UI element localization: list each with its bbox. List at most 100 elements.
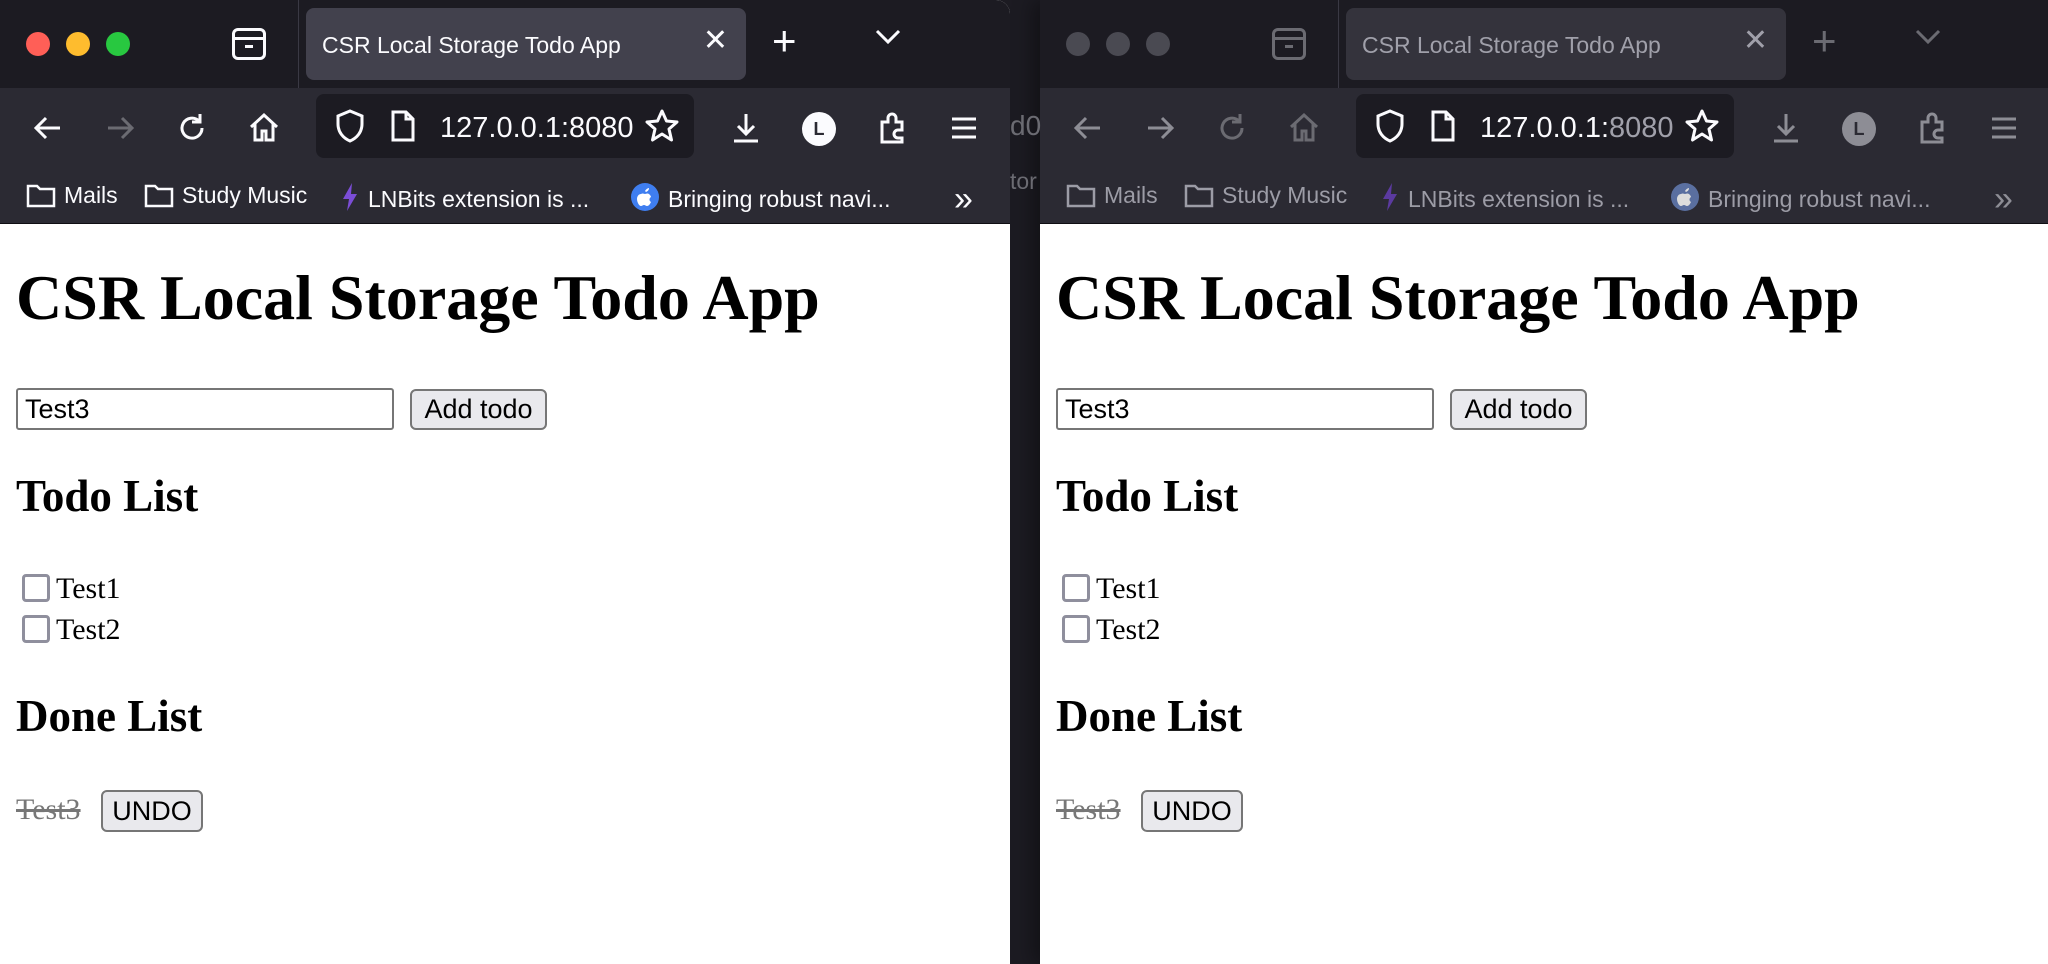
- tab-tray-icon[interactable]: [1272, 28, 1306, 60]
- bookmark-bringing-robust[interactable]: Bringing robust navi...: [1670, 182, 1930, 213]
- tab-active[interactable]: CSR Local Storage Todo App ✕: [1346, 8, 1786, 80]
- downloads-icon[interactable]: [726, 108, 766, 148]
- maximize-window-button[interactable]: [106, 32, 130, 56]
- bookmark-lnbits[interactable]: LNBits extension is ...: [1380, 182, 1629, 213]
- navigation-toolbar: 127.0.0.1:8080 L: [0, 88, 1010, 170]
- done-item-label: Test3: [1056, 793, 1121, 826]
- bookmark-star-icon[interactable]: [642, 106, 682, 146]
- close-window-button[interactable]: [1066, 32, 1090, 56]
- todo-item: Test1: [1062, 572, 1161, 606]
- browser-window-right: CSR Local Storage Todo App ✕ + 127.0.0.1…: [1040, 0, 2048, 964]
- account-avatar[interactable]: L: [802, 112, 836, 146]
- bookmarks-overflow-icon[interactable]: »: [1994, 180, 2013, 219]
- page-content: CSR Local Storage Todo App Add todo Todo…: [1040, 225, 2048, 964]
- tab-bar: CSR Local Storage Todo App ✕ +: [1040, 0, 2048, 88]
- apple-icon: [1671, 183, 1699, 211]
- background-window-url-fragment: d0: [1010, 110, 1042, 141]
- list-all-tabs-icon[interactable]: [1914, 28, 1942, 51]
- bookmarks-toolbar: Mails Study Music LNBits extension is ..…: [0, 170, 1010, 224]
- list-all-tabs-icon[interactable]: [874, 28, 902, 51]
- bookmark-lnbits[interactable]: LNBits extension is ...: [340, 182, 589, 213]
- url-host: 127.0.0.1:: [1480, 112, 1609, 144]
- home-icon[interactable]: [244, 108, 284, 148]
- bookmark-study-music[interactable]: Study Music: [144, 182, 307, 209]
- page-info-icon[interactable]: [382, 106, 422, 146]
- downloads-icon[interactable]: [1766, 108, 1806, 148]
- bookmarks-overflow-icon[interactable]: »: [954, 180, 973, 219]
- url-bar[interactable]: 127.0.0.1:8080: [1356, 94, 1734, 158]
- bookmark-bringing-robust[interactable]: Bringing robust navi...: [630, 182, 890, 213]
- folder-icon: [144, 184, 174, 208]
- todo-checkbox[interactable]: [1062, 574, 1090, 602]
- tabbar-divider: [1338, 0, 1339, 88]
- extensions-icon[interactable]: [872, 108, 912, 148]
- tab-title: CSR Local Storage Todo App: [322, 32, 621, 58]
- new-tab-button[interactable]: +: [772, 20, 797, 62]
- maximize-window-button[interactable]: [1146, 32, 1170, 56]
- back-icon[interactable]: [1068, 108, 1108, 148]
- shield-icon[interactable]: [330, 106, 370, 146]
- background-window-bookmark-fragment: tor: [1010, 168, 1037, 194]
- todo-label: Test2: [56, 613, 121, 646]
- extensions-icon[interactable]: [1912, 108, 1952, 148]
- page-info-icon[interactable]: [1422, 106, 1462, 146]
- tab-active[interactable]: CSR Local Storage Todo App ✕: [306, 8, 746, 80]
- forward-icon[interactable]: [100, 108, 140, 148]
- page-content: CSR Local Storage Todo App Add todo Todo…: [0, 225, 1010, 964]
- bookmark-study-music[interactable]: Study Music: [1184, 182, 1347, 209]
- bookmark-label: Bringing robust navi...: [1708, 186, 1931, 212]
- todo-checkbox[interactable]: [22, 615, 50, 643]
- done-list-heading: Done List: [1056, 691, 1243, 741]
- add-todo-button[interactable]: Add todo: [1450, 389, 1587, 430]
- bookmarks-toolbar: Mails Study Music LNBits extension is ..…: [1040, 170, 2048, 224]
- lightning-icon: [1383, 183, 1397, 211]
- undo-button[interactable]: UNDO: [1141, 790, 1243, 832]
- home-icon[interactable]: [1284, 108, 1324, 148]
- back-icon[interactable]: [28, 108, 68, 148]
- minimize-window-button[interactable]: [66, 32, 90, 56]
- bookmark-mails[interactable]: Mails: [1066, 182, 1158, 209]
- reload-icon[interactable]: [1212, 108, 1252, 148]
- lightning-icon: [343, 183, 357, 211]
- tab-close-icon[interactable]: ✕: [703, 26, 728, 56]
- desktop-gap: [1010, 0, 1040, 964]
- folder-icon: [1184, 184, 1214, 208]
- close-window-button[interactable]: [26, 32, 50, 56]
- account-avatar[interactable]: L: [1842, 112, 1876, 146]
- bookmark-label: LNBits extension is ...: [1408, 186, 1630, 212]
- bookmark-mails[interactable]: Mails: [26, 182, 118, 209]
- todo-list-heading: Todo List: [1056, 471, 1239, 521]
- bookmark-star-icon[interactable]: [1682, 106, 1722, 146]
- folder-icon: [26, 184, 56, 208]
- apple-icon: [631, 183, 659, 211]
- bookmark-label: Study Music: [182, 182, 308, 208]
- todo-input[interactable]: [1056, 388, 1434, 430]
- url-port: 8080: [1609, 112, 1674, 144]
- browser-window-left: CSR Local Storage Todo App ✕ + 127.0.0.1…: [0, 0, 1010, 964]
- url-text: 127.0.0.1:8080: [440, 112, 634, 144]
- add-todo-button[interactable]: Add todo: [410, 389, 547, 430]
- url-bar[interactable]: 127.0.0.1:8080: [316, 94, 694, 158]
- tab-close-icon[interactable]: ✕: [1743, 26, 1768, 56]
- minimize-window-button[interactable]: [1106, 32, 1130, 56]
- shield-icon[interactable]: [1370, 106, 1410, 146]
- bookmark-label: Study Music: [1222, 182, 1348, 208]
- forward-icon[interactable]: [1140, 108, 1180, 148]
- done-list-heading: Done List: [16, 691, 203, 741]
- todo-list-heading: Todo List: [16, 471, 199, 521]
- todo-item: Test2: [22, 613, 121, 647]
- tab-bar: CSR Local Storage Todo App ✕ +: [0, 0, 1010, 88]
- todo-label: Test1: [56, 572, 121, 605]
- done-item-label: Test3: [16, 793, 81, 826]
- todo-checkbox[interactable]: [1062, 615, 1090, 643]
- todo-checkbox[interactable]: [22, 574, 50, 602]
- reload-icon[interactable]: [172, 108, 212, 148]
- menu-icon[interactable]: [944, 108, 984, 148]
- undo-button[interactable]: UNDO: [101, 790, 203, 832]
- menu-icon[interactable]: [1984, 108, 2024, 148]
- bookmark-label: Bringing robust navi...: [668, 186, 891, 212]
- new-tab-button[interactable]: +: [1812, 20, 1837, 62]
- todo-input[interactable]: [16, 388, 394, 430]
- page-title: CSR Local Storage Todo App: [16, 262, 820, 333]
- tab-tray-icon[interactable]: [232, 28, 266, 60]
